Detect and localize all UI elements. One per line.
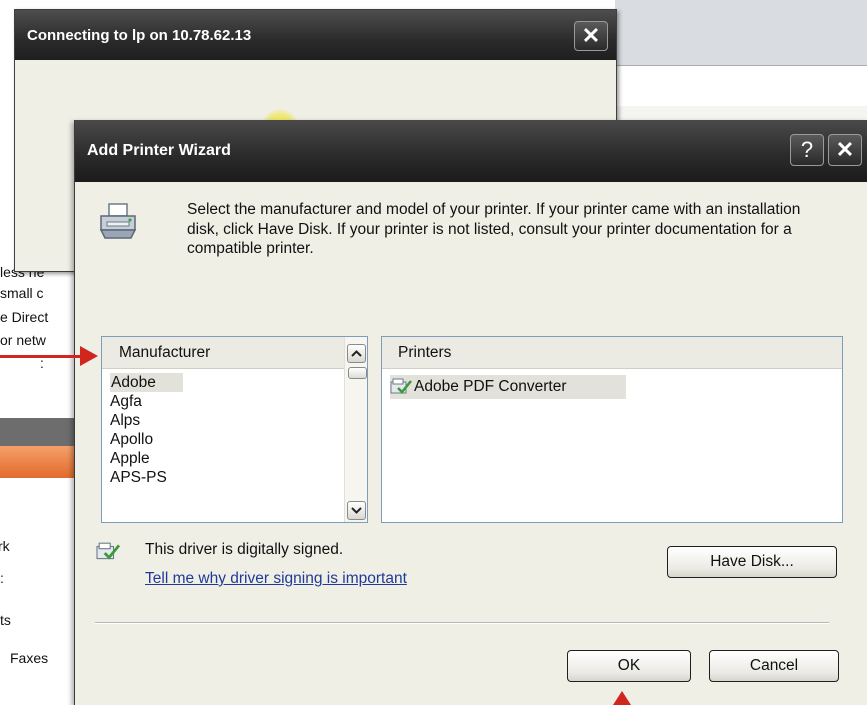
printer-icon [99,203,137,239]
signed-driver-icon [96,542,121,560]
driver-signed-text: This driver is digitally signed. [145,541,344,558]
manufacturer-item-alps[interactable]: Alps [110,411,340,430]
close-icon[interactable]: ✕ [574,21,608,51]
cancel-button[interactable]: Cancel [709,650,839,682]
background-left-item: ts [0,612,11,628]
manufacturer-items: Adobe Agfa Alps Apollo Apple APS-PS [110,373,340,487]
signed-driver-icon [390,378,412,394]
printers-listbox[interactable]: Printers Adobe PDF Converter [381,336,843,523]
annotation-arrow-head [80,346,98,366]
wizard-intro-text: Select the manufacturer and model of you… [187,201,801,257]
scroll-down-icon[interactable] [347,501,366,520]
background-left-item: small c [0,285,44,301]
help-icon[interactable]: ? [790,134,824,166]
manufacturer-listbox[interactable]: Manufacturer Adobe Agfa Alps Apollo Appl… [101,336,368,523]
printer-item-label: Adobe PDF Converter [414,378,567,395]
ok-button[interactable]: OK [567,650,691,682]
scroll-up-icon[interactable] [347,344,366,363]
background-left-item: rk [0,538,10,554]
annotation-arrow-line [0,355,80,358]
separator [95,622,829,624]
close-icon[interactable]: ✕ [828,134,862,166]
background-accent-bar [0,446,75,478]
scrollbar-thumb[interactable] [348,367,367,379]
driver-signing-link[interactable]: Tell me why driver signing is important [145,570,407,588]
have-disk-button[interactable]: Have Disk... [667,546,837,578]
connecting-dialog-title: Connecting to lp on 10.78.62.13 [15,10,616,60]
manufacturer-item-agfa[interactable]: Agfa [110,392,340,411]
background-section-bar [0,418,75,446]
background-left-item: : [0,570,4,586]
printers-header[interactable]: Printers [382,337,842,369]
background-left-item: or netw [0,332,46,348]
background-left-item: e Direct [0,309,49,325]
manufacturer-item-aps-ps[interactable]: APS-PS [110,468,340,487]
wizard-title: Add Printer Wizard [75,120,867,182]
annotation-arrow-up [613,691,631,705]
manufacturer-header[interactable]: Manufacturer [102,337,367,369]
manufacturer-item-apollo[interactable]: Apollo [110,430,340,449]
manufacturer-scrollbar[interactable] [344,337,367,522]
manufacturer-item-adobe[interactable]: Adobe [110,373,183,392]
background-window-header [615,0,867,65]
background-left-item: Faxes [10,650,49,666]
add-printer-wizard: Add Printer Wizard ? ✕ Select the manufa… [74,120,867,705]
background-window-address-area [615,65,867,107]
manufacturer-item-apple[interactable]: Apple [110,449,340,468]
printer-item-adobe-pdf-converter[interactable]: Adobe PDF Converter [390,375,626,399]
